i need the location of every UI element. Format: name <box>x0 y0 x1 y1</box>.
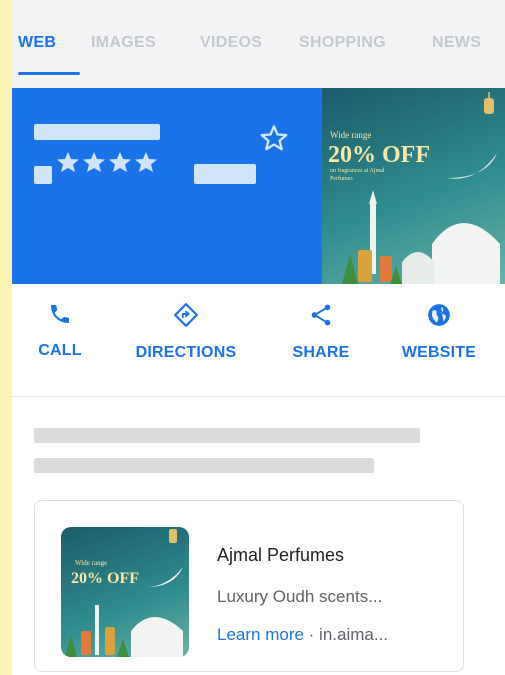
rating-value-placeholder <box>34 166 52 184</box>
directions-label: DIRECTIONS <box>135 344 237 361</box>
directions-icon <box>174 303 198 327</box>
business-hero: Wide range 20% OFF on fragrances at Ajma… <box>12 88 505 284</box>
crescent-moon-icon <box>447 153 497 179</box>
website-label: WEBSITE <box>401 344 477 361</box>
star-icon <box>57 152 79 172</box>
tab-shopping[interactable]: SHOPPING <box>299 34 386 52</box>
sponsored-card[interactable]: Wide range 20% OFF Ajmal Perfumes Luxury… <box>34 500 464 672</box>
review-count-placeholder <box>194 164 256 184</box>
banner-line-3: Perfumes <box>330 176 353 182</box>
ad-thumbnail-illustration: Wide range 20% OFF <box>65 529 183 657</box>
ad-thumbnail: Wide range 20% OFF <box>61 527 189 657</box>
active-tab-indicator <box>18 72 80 75</box>
star-icon <box>83 152 105 172</box>
call-label: CALL <box>38 342 82 359</box>
share-label: SHARE <box>292 344 350 361</box>
tab-images[interactable]: IMAGES <box>91 34 156 52</box>
svg-text:20% OFF: 20% OFF <box>71 570 139 587</box>
ad-title[interactable]: Ajmal Perfumes <box>217 545 344 566</box>
phone-icon <box>51 305 69 323</box>
save-star-icon[interactable] <box>260 124 288 152</box>
tab-videos[interactable]: VIDEOS <box>200 34 262 52</box>
ad-link-row: Learn more · in.aima... <box>217 625 388 645</box>
globe-icon <box>428 304 450 326</box>
learn-more-link[interactable]: Learn more <box>217 625 304 644</box>
svg-text:Wide range: Wide range <box>75 559 107 567</box>
action-row: CALL DIRECTIONS SHARE WEBSITE <box>12 284 505 397</box>
ad-domain: in.aima... <box>319 625 389 644</box>
website-button[interactable]: WEBSITE <box>384 302 494 362</box>
link-separator: · <box>303 625 320 644</box>
skeleton-line-1 <box>34 428 420 443</box>
star-icon <box>109 152 131 172</box>
skeleton-line-2 <box>34 458 374 473</box>
banner-line-1: Wide range <box>330 130 372 140</box>
tab-news[interactable]: NEWS <box>432 34 481 52</box>
lantern-icon <box>484 92 494 114</box>
share-icon <box>311 304 331 326</box>
business-name-placeholder <box>34 124 160 140</box>
ad-description: Luxury Oudh scents... <box>217 587 383 606</box>
directions-button[interactable]: DIRECTIONS <box>116 302 256 362</box>
hero-ad-banner[interactable]: Wide range 20% OFF on fragrances at Ajma… <box>322 88 505 284</box>
banner-headline: 20% OFF <box>328 142 430 168</box>
rating-stars <box>56 151 158 173</box>
tab-web[interactable]: WEB <box>18 34 56 52</box>
mosque-illustration <box>342 190 500 284</box>
call-button[interactable]: CALL <box>30 302 90 360</box>
mobile-result-card: WEB IMAGES VIDEOS SHOPPING NEWS Wide ran… <box>12 0 505 675</box>
share-button[interactable]: SHARE <box>278 302 364 362</box>
banner-line-2: on fragrances at Ajmal <box>330 168 385 174</box>
search-tabs: WEB IMAGES VIDEOS SHOPPING NEWS <box>12 0 505 88</box>
star-icon <box>135 152 157 172</box>
